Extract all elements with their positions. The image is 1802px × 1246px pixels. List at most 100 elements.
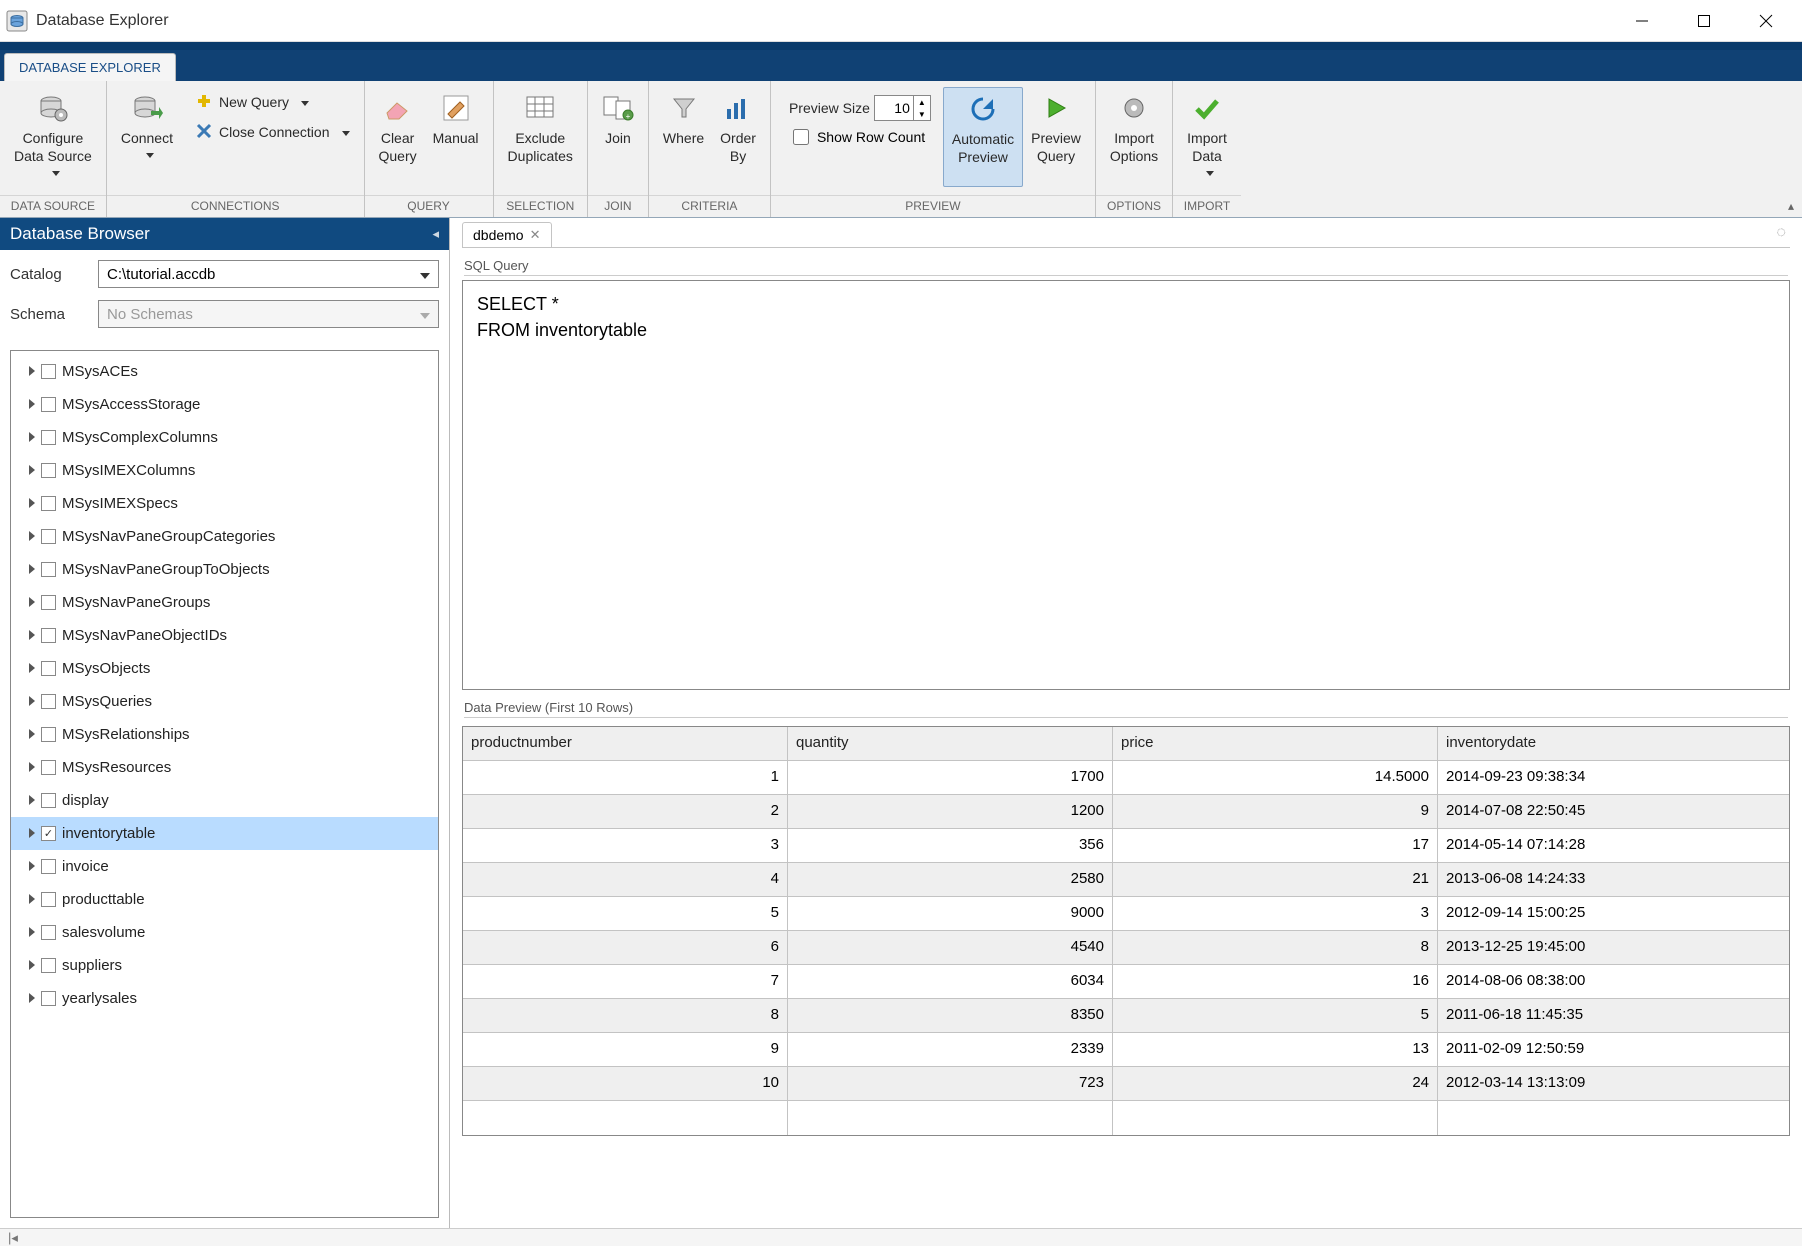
table-item[interactable]: MSysNavPaneObjectIDs: [11, 619, 438, 652]
expand-icon[interactable]: [29, 660, 35, 677]
table-checkbox[interactable]: [41, 430, 56, 445]
table-checkbox[interactable]: [41, 463, 56, 478]
expand-icon[interactable]: [29, 363, 35, 380]
table-item[interactable]: MSysQueries: [11, 685, 438, 718]
table-row[interactable]: 42580212013-06-08 14:24:33: [463, 863, 1789, 897]
automatic-preview-button[interactable]: Automatic Preview: [943, 87, 1023, 187]
table-row[interactable]: 6454082013-12-25 19:45:00: [463, 931, 1789, 965]
table-checkbox[interactable]: [41, 628, 56, 643]
table-checkbox[interactable]: [41, 364, 56, 379]
table-checkbox[interactable]: [41, 925, 56, 940]
configure-data-source-button[interactable]: Configure Data Source: [6, 87, 100, 187]
table-item[interactable]: salesvolume: [11, 916, 438, 949]
close-button[interactable]: [1736, 1, 1796, 41]
table-checkbox[interactable]: [41, 958, 56, 973]
expand-icon[interactable]: [29, 990, 35, 1007]
table-item[interactable]: MSysComplexColumns: [11, 421, 438, 454]
catalog-combo[interactable]: C:\tutorial.accdb: [98, 260, 439, 288]
preview-size-spinner[interactable]: ▲ ▼: [874, 95, 931, 121]
table-item[interactable]: invoice: [11, 850, 438, 883]
table-checkbox[interactable]: [41, 892, 56, 907]
import-data-button[interactable]: Import Data: [1179, 87, 1235, 187]
expand-icon[interactable]: [29, 561, 35, 578]
table-row[interactable]: 5900032012-09-14 15:00:25: [463, 897, 1789, 931]
table-item[interactable]: MSysACEs: [11, 355, 438, 388]
expand-icon[interactable]: [29, 825, 35, 842]
tabs-overflow-button[interactable]: ◌: [1776, 224, 1786, 242]
join-button[interactable]: + Join: [594, 87, 642, 187]
table-row[interactable]: 1170014.50002014-09-23 09:38:34: [463, 761, 1789, 795]
table-row[interactable]: 10723242012-03-14 13:13:09: [463, 1067, 1789, 1101]
expand-icon[interactable]: [29, 462, 35, 479]
expand-icon[interactable]: [29, 792, 35, 809]
table-row[interactable]: 3356172014-05-14 07:14:28: [463, 829, 1789, 863]
table-item[interactable]: producttable: [11, 883, 438, 916]
close-icon[interactable]: ✕: [530, 227, 541, 243]
table-item[interactable]: MSysNavPaneGroups: [11, 586, 438, 619]
expand-icon[interactable]: [29, 429, 35, 446]
table-checkbox[interactable]: [41, 760, 56, 775]
new-query-button[interactable]: New Query: [187, 87, 358, 117]
nav-first-button[interactable]: |◂: [8, 1230, 18, 1246]
table-checkbox[interactable]: [41, 826, 56, 841]
table-checkbox[interactable]: [41, 694, 56, 709]
column-header[interactable]: quantity: [788, 727, 1113, 761]
expand-icon[interactable]: [29, 957, 35, 974]
connect-button[interactable]: Connect: [113, 87, 181, 187]
spinner-down-button[interactable]: ▼: [914, 108, 930, 120]
expand-icon[interactable]: [29, 495, 35, 512]
table-item[interactable]: yearlysales: [11, 982, 438, 1015]
table-checkbox[interactable]: [41, 562, 56, 577]
exclude-duplicates-button[interactable]: Exclude Duplicates: [500, 87, 581, 187]
ribbon-tab-database-explorer[interactable]: DATABASE EXPLORER: [4, 53, 176, 81]
show-row-count-checkbox[interactable]: Show Row Count: [793, 129, 927, 145]
maximize-button[interactable]: [1674, 1, 1734, 41]
column-header[interactable]: price: [1113, 727, 1438, 761]
table-item[interactable]: inventorytable: [11, 817, 438, 850]
expand-icon[interactable]: [29, 627, 35, 644]
table-item[interactable]: MSysAccessStorage: [11, 388, 438, 421]
table-checkbox[interactable]: [41, 595, 56, 610]
show-row-count-input[interactable]: [793, 129, 809, 145]
expand-icon[interactable]: [29, 594, 35, 611]
where-button[interactable]: Where: [655, 87, 712, 187]
expand-icon[interactable]: [29, 924, 35, 941]
expand-icon[interactable]: [29, 693, 35, 710]
ribbon-collapse-button[interactable]: ▴: [1788, 199, 1794, 213]
expand-icon[interactable]: [29, 759, 35, 776]
column-header[interactable]: productnumber: [463, 727, 788, 761]
table-item[interactable]: MSysObjects: [11, 652, 438, 685]
preview-query-button[interactable]: Preview Query: [1023, 87, 1089, 187]
table-row[interactable]: 2120092014-07-08 22:50:45: [463, 795, 1789, 829]
close-connection-button[interactable]: Close Connection: [187, 117, 358, 147]
table-checkbox[interactable]: [41, 991, 56, 1006]
table-item[interactable]: display: [11, 784, 438, 817]
table-checkbox[interactable]: [41, 859, 56, 874]
expand-icon[interactable]: [29, 396, 35, 413]
document-tab-dbdemo[interactable]: dbdemo ✕: [462, 222, 552, 247]
order-by-button[interactable]: Order By: [712, 87, 764, 187]
table-item[interactable]: MSysResources: [11, 751, 438, 784]
expand-icon[interactable]: [29, 528, 35, 545]
manual-button[interactable]: Manual: [425, 87, 487, 187]
table-checkbox[interactable]: [41, 793, 56, 808]
table-item[interactable]: MSysIMEXColumns: [11, 454, 438, 487]
sql-query-editor[interactable]: SELECT * FROM inventorytable: [462, 280, 1790, 690]
table-row[interactable]: 76034162014-08-06 08:38:00: [463, 965, 1789, 999]
table-item[interactable]: MSysIMEXSpecs: [11, 487, 438, 520]
table-row[interactable]: 92339132011-02-09 12:50:59: [463, 1033, 1789, 1067]
sidebar-collapse-icon[interactable]: ◂: [432, 226, 439, 242]
table-checkbox[interactable]: [41, 397, 56, 412]
table-item[interactable]: MSysRelationships: [11, 718, 438, 751]
expand-icon[interactable]: [29, 891, 35, 908]
import-options-button[interactable]: Import Options: [1102, 87, 1166, 187]
table-checkbox[interactable]: [41, 661, 56, 676]
table-item[interactable]: MSysNavPaneGroupCategories: [11, 520, 438, 553]
spinner-up-button[interactable]: ▲: [914, 96, 930, 108]
clear-query-button[interactable]: Clear Query: [371, 87, 425, 187]
expand-icon[interactable]: [29, 858, 35, 875]
table-checkbox[interactable]: [41, 529, 56, 544]
table-checkbox[interactable]: [41, 727, 56, 742]
table-row[interactable]: 8835052011-06-18 11:45:35: [463, 999, 1789, 1033]
table-item[interactable]: MSysNavPaneGroupToObjects: [11, 553, 438, 586]
